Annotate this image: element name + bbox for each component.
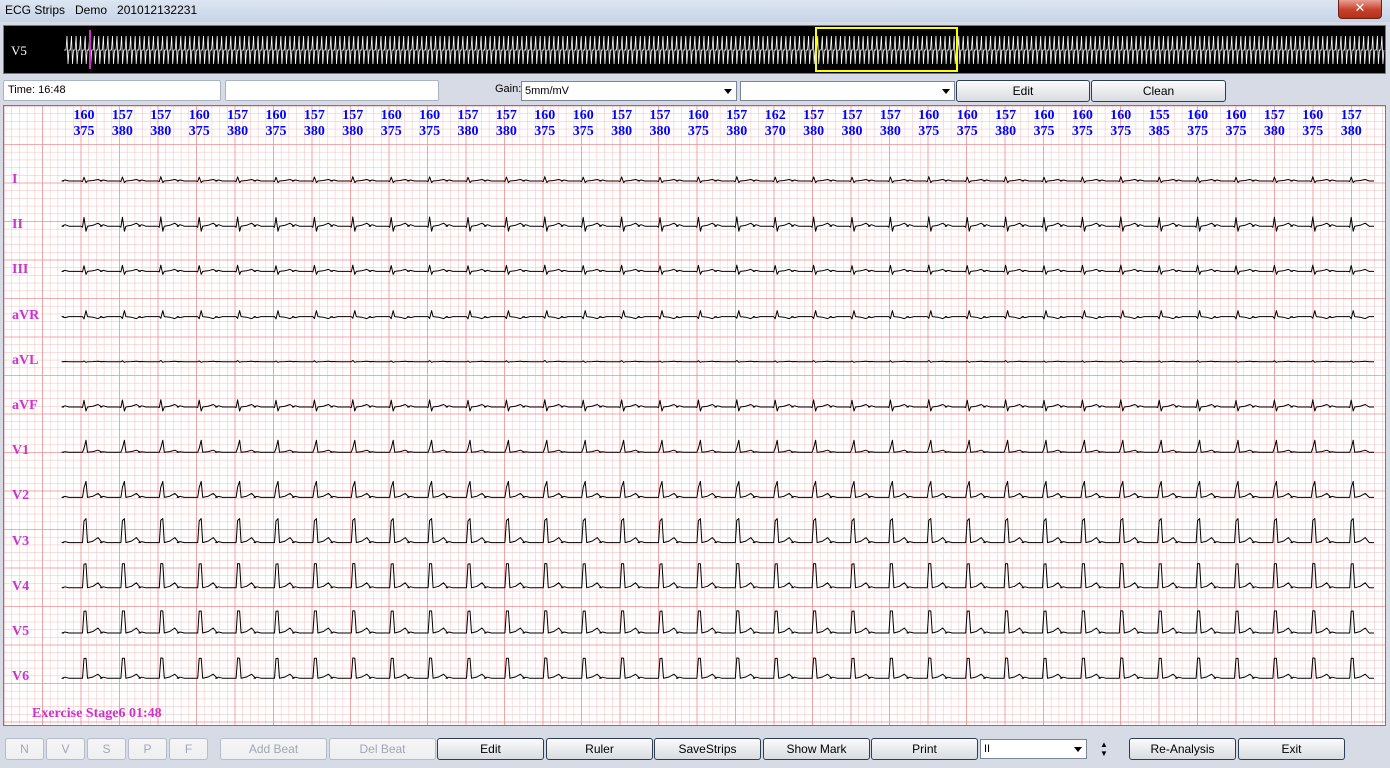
chevron-down-icon bbox=[1074, 747, 1082, 752]
heart-rate-value: 157 380 bbox=[227, 108, 249, 139]
heart-rate-value: 155 385 bbox=[1148, 108, 1170, 139]
beat-s-button[interactable]: S bbox=[87, 738, 126, 760]
heart-rate-value: 160 375 bbox=[188, 108, 210, 139]
lead-trace-III bbox=[61, 264, 1374, 275]
heart-rate-value: 160 375 bbox=[1033, 108, 1055, 139]
heart-rate-value: 160 375 bbox=[1302, 108, 1324, 139]
beat-v-button[interactable]: V bbox=[46, 738, 85, 760]
lead-label-V5: V5 bbox=[12, 624, 30, 639]
heart-rate-value: 160 375 bbox=[265, 108, 287, 139]
spin-up-icon[interactable]: ▲ bbox=[1099, 740, 1109, 749]
heart-rate-value: 157 380 bbox=[495, 108, 517, 139]
lead-select[interactable]: II bbox=[980, 739, 1087, 759]
heart-rate-value: 160 375 bbox=[534, 108, 556, 139]
del-beat-button[interactable]: Del Beat bbox=[329, 738, 436, 760]
lead-trace-V3 bbox=[61, 518, 1374, 544]
info-field-blank bbox=[225, 80, 439, 101]
add-beat-button[interactable]: Add Beat bbox=[220, 738, 327, 760]
heart-rate-value: 157 380 bbox=[726, 108, 748, 139]
chevron-down-icon bbox=[724, 89, 732, 94]
lead-label-aVL: aVL bbox=[12, 352, 39, 368]
gain-value: 5mm/mV bbox=[525, 85, 569, 97]
lead-label-II: II bbox=[12, 217, 23, 233]
lead-spinner[interactable]: ▲ ▼ bbox=[1099, 740, 1109, 760]
lead-trace-V2 bbox=[61, 480, 1374, 498]
ecg-strip-panel[interactable]: 160 375 157 380 157 380 160 375 157 380 160 375 157 3… bbox=[3, 105, 1386, 726]
lead-trace-aVF bbox=[61, 399, 1374, 412]
heart-rate-value: 160 375 bbox=[380, 108, 402, 139]
heart-rate-value: 160 375 bbox=[419, 108, 441, 139]
lead-label-I: I bbox=[12, 172, 18, 187]
heart-rate-value: 157 380 bbox=[457, 108, 479, 139]
heart-rate-value: 157 380 bbox=[342, 108, 364, 139]
lead-label-aVR: aVR bbox=[12, 307, 40, 323]
beat-n-button[interactable]: N bbox=[5, 738, 44, 760]
heart-rate-value: 160 375 bbox=[73, 108, 95, 139]
window-title: ECG Strips Demo 201012132231 bbox=[5, 3, 198, 17]
gain-label: Gain: bbox=[495, 83, 522, 95]
show-mark-button[interactable]: Show Mark bbox=[763, 738, 870, 760]
heart-rate-value: 157 380 bbox=[303, 108, 325, 139]
lead-label-V3: V3 bbox=[12, 533, 30, 549]
lead-label-V1: V1 bbox=[12, 443, 30, 459]
heart-rate-value: 157 380 bbox=[879, 108, 901, 139]
close-button[interactable]: ✕ bbox=[1338, 0, 1382, 19]
info-row: Time: 16:48 Gain: 5mm/mV Edit Clean bbox=[3, 78, 1386, 102]
heart-rate-value: 160 375 bbox=[1110, 108, 1132, 139]
top-edit-button[interactable]: Edit bbox=[956, 80, 1090, 102]
overview-strip[interactable]: V5 bbox=[3, 25, 1386, 74]
close-icon: ✕ bbox=[1354, 1, 1366, 16]
beat-f-button[interactable]: F bbox=[169, 738, 208, 760]
lead-select-value: II bbox=[984, 743, 991, 755]
heart-rate-value: 157 380 bbox=[841, 108, 863, 139]
time-field: Time: 16:48 bbox=[3, 80, 221, 101]
heart-rate-value: 157 380 bbox=[649, 108, 671, 139]
heart-rate-value: 160 375 bbox=[1071, 108, 1093, 139]
heart-rate-value: 157 380 bbox=[995, 108, 1017, 139]
lead-label-III: III bbox=[12, 262, 29, 278]
lead-trace-I bbox=[61, 176, 1374, 183]
heart-rate-value: 160 375 bbox=[1225, 108, 1247, 139]
heart-rate-value: 157 380 bbox=[1263, 108, 1285, 139]
heart-rate-value: 157 380 bbox=[1340, 108, 1362, 139]
heart-rate-value: 157 380 bbox=[111, 108, 133, 139]
heart-rate-value: 157 380 bbox=[150, 108, 172, 139]
print-button[interactable]: Print bbox=[871, 738, 978, 760]
gain-select[interactable]: 5mm/mV bbox=[521, 81, 737, 101]
heart-rate-value: 160 375 bbox=[918, 108, 940, 139]
clean-button[interactable]: Clean bbox=[1091, 80, 1226, 102]
lead-label-aVF: aVF bbox=[12, 398, 38, 413]
save-strips-button[interactable]: SaveStrips bbox=[654, 738, 761, 760]
heart-rate-value: 160 375 bbox=[572, 108, 594, 139]
title-bar: ECG Strips Demo 201012132231 ✕ bbox=[0, 0, 1390, 22]
heart-rate-value: 160 375 bbox=[687, 108, 709, 139]
overview-ecg-trace bbox=[64, 35, 1385, 65]
spin-down-icon[interactable]: ▼ bbox=[1099, 749, 1109, 758]
heart-rate-value: 160 375 bbox=[1187, 108, 1209, 139]
edit-button[interactable]: Edit bbox=[437, 738, 544, 760]
heart-rate-value: 162 370 bbox=[764, 108, 786, 139]
bottom-toolbar: N V S P F Add Beat Del Beat Edit Ruler S… bbox=[3, 734, 1386, 768]
heart-rate-value: 157 380 bbox=[611, 108, 633, 139]
overview-trace[interactable] bbox=[4, 26, 1385, 73]
exercise-stage-label: Exercise Stage6 01:48 bbox=[32, 706, 162, 721]
lead-trace-aVR bbox=[61, 310, 1374, 320]
lead-trace-aVL bbox=[61, 360, 1374, 363]
secondary-select[interactable] bbox=[740, 81, 955, 101]
chevron-down-icon bbox=[942, 89, 950, 94]
lead-label-V6: V6 bbox=[12, 669, 30, 685]
lead-label-V2: V2 bbox=[12, 488, 30, 504]
lead-label-V4: V4 bbox=[12, 578, 30, 594]
re-analysis-button[interactable]: Re-Analysis bbox=[1129, 738, 1236, 760]
exit-button[interactable]: Exit bbox=[1238, 738, 1345, 760]
lead-trace-V1 bbox=[61, 439, 1374, 453]
heart-rate-value: 160 375 bbox=[956, 108, 978, 139]
heart-rate-value: 157 380 bbox=[803, 108, 825, 139]
ecg-grid-and-traces[interactable] bbox=[4, 106, 1385, 725]
beat-p-button[interactable]: P bbox=[128, 738, 167, 760]
ruler-button[interactable]: Ruler bbox=[546, 738, 653, 760]
